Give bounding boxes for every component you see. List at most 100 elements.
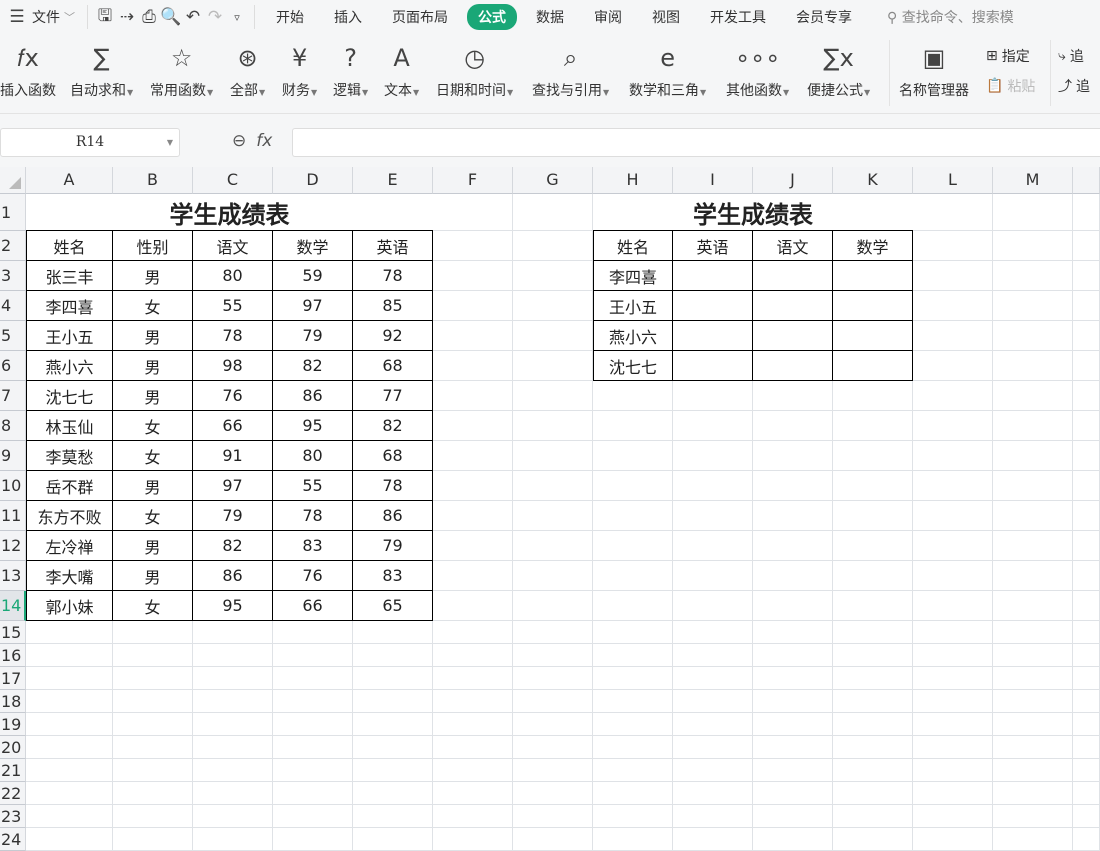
formula-input[interactable] bbox=[292, 128, 1100, 157]
table1-cell[interactable]: 女 bbox=[113, 591, 193, 621]
ribbon-button-8[interactable]: ⌕ 查找与引用▼ bbox=[532, 40, 609, 100]
table1-cell[interactable]: 79 bbox=[193, 501, 273, 531]
ribbon-button-3[interactable]: ⊛ 全部▼ bbox=[230, 40, 265, 100]
column-header-I[interactable]: I bbox=[673, 167, 753, 194]
row-header-5[interactable]: 5 bbox=[0, 321, 26, 351]
print-icon[interactable]: ⎙ bbox=[138, 7, 160, 27]
table2-title[interactable]: 学生成绩表 bbox=[593, 194, 913, 231]
table1-cell[interactable]: 76 bbox=[273, 561, 353, 591]
table1-cell[interactable]: 郭小妹 bbox=[26, 591, 113, 621]
table1-cell[interactable]: 男 bbox=[113, 351, 193, 381]
paste-name-button[interactable]: 📋 粘贴 bbox=[986, 76, 1035, 96]
row-header-10[interactable]: 10 bbox=[0, 471, 26, 501]
column-header-G[interactable]: G bbox=[513, 167, 593, 194]
row-header-1[interactable]: 1 bbox=[0, 194, 26, 231]
table1-cell[interactable]: 85 bbox=[353, 291, 433, 321]
table1-cell[interactable]: 55 bbox=[273, 471, 353, 501]
table1-cell[interactable]: 男 bbox=[113, 321, 193, 351]
table2-cell[interactable] bbox=[833, 291, 913, 321]
table1-cell[interactable]: 岳不群 bbox=[26, 471, 113, 501]
table1-cell[interactable]: 95 bbox=[273, 411, 353, 441]
table1-cell[interactable]: 92 bbox=[353, 321, 433, 351]
table1-cell[interactable]: 沈七七 bbox=[26, 381, 113, 411]
table2-header[interactable]: 数学 bbox=[833, 231, 913, 261]
table1-cell[interactable]: 78 bbox=[193, 321, 273, 351]
table2-cell[interactable] bbox=[833, 321, 913, 351]
select-all-corner[interactable] bbox=[0, 167, 26, 194]
table1-title[interactable]: 学生成绩表 bbox=[26, 194, 433, 231]
table1-cell[interactable]: 86 bbox=[273, 381, 353, 411]
table1-cell[interactable]: 86 bbox=[193, 561, 273, 591]
column-header-J[interactable]: J bbox=[753, 167, 833, 194]
table2-cell[interactable] bbox=[753, 291, 833, 321]
table1-cell[interactable]: 98 bbox=[193, 351, 273, 381]
table2-cell[interactable] bbox=[833, 351, 913, 381]
ribbon-button-1[interactable]: ∑ 自动求和▼ bbox=[70, 40, 133, 100]
row-header-19[interactable]: 19 bbox=[0, 713, 26, 736]
column-header-A[interactable]: A bbox=[26, 167, 113, 194]
ribbon-button-5[interactable]: ? 逻辑▼ bbox=[333, 40, 368, 100]
table1-cell[interactable]: 男 bbox=[113, 561, 193, 591]
table1-cell[interactable]: 女 bbox=[113, 441, 193, 471]
table1-cell[interactable]: 95 bbox=[193, 591, 273, 621]
table1-cell[interactable]: 78 bbox=[273, 501, 353, 531]
table2-cell[interactable]: 沈七七 bbox=[593, 351, 673, 381]
row-header-20[interactable]: 20 bbox=[0, 736, 26, 759]
table1-cell[interactable]: 女 bbox=[113, 501, 193, 531]
table1-cell[interactable]: 东方不败 bbox=[26, 501, 113, 531]
column-header[interactable] bbox=[1073, 167, 1100, 194]
table1-cell[interactable]: 82 bbox=[273, 351, 353, 381]
row-header-15[interactable]: 15 bbox=[0, 621, 26, 644]
table1-cell[interactable]: 80 bbox=[193, 261, 273, 291]
tab-4[interactable]: 数据 bbox=[525, 4, 575, 30]
table1-cell[interactable]: 77 bbox=[353, 381, 433, 411]
row-header-4[interactable]: 4 bbox=[0, 291, 26, 321]
row-header-23[interactable]: 23 bbox=[0, 805, 26, 828]
tab-3[interactable]: 公式 bbox=[467, 4, 517, 30]
row-header-7[interactable]: 7 bbox=[0, 381, 26, 411]
row-header-21[interactable]: 21 bbox=[0, 759, 26, 782]
tab-7[interactable]: 开发工具 bbox=[699, 4, 777, 30]
table1-header[interactable]: 性别 bbox=[113, 231, 193, 261]
table1-cell[interactable]: 张三丰 bbox=[26, 261, 113, 291]
table1-cell[interactable]: 男 bbox=[113, 531, 193, 561]
table1-cell[interactable]: 97 bbox=[193, 471, 273, 501]
table2-cell[interactable] bbox=[753, 321, 833, 351]
row-header-22[interactable]: 22 bbox=[0, 782, 26, 805]
assign-name-button[interactable]: ⊞ 指定 bbox=[986, 46, 1030, 66]
row-header-18[interactable]: 18 bbox=[0, 690, 26, 713]
table2-cell[interactable] bbox=[833, 261, 913, 291]
table1-cell[interactable]: 76 bbox=[193, 381, 273, 411]
table2-cell[interactable]: 王小五 bbox=[593, 291, 673, 321]
table1-cell[interactable]: 林玉仙 bbox=[26, 411, 113, 441]
row-header-6[interactable]: 6 bbox=[0, 351, 26, 381]
ribbon-button-11[interactable]: ∑x 便捷公式▼ bbox=[807, 40, 870, 100]
table1-cell[interactable]: 左冷禅 bbox=[26, 531, 113, 561]
table1-cell[interactable]: 82 bbox=[353, 411, 433, 441]
ribbon-button-2[interactable]: ☆ 常用函数▼ bbox=[150, 40, 213, 100]
column-header-E[interactable]: E bbox=[353, 167, 433, 194]
spreadsheet-grid[interactable]: A B C D E F G H I J K L M 1 2 3 4 5 6 7 8 9 10 11 12 13 14 15 16 17 18… bbox=[0, 167, 1100, 851]
table2-cell[interactable] bbox=[753, 261, 833, 291]
ribbon-button-10[interactable]: ∘∘∘ 其他函数▼ bbox=[726, 40, 789, 100]
column-header-C[interactable]: C bbox=[193, 167, 273, 194]
zoom-formula-icon[interactable]: ⊖ bbox=[232, 131, 246, 151]
ribbon-button-4[interactable]: ¥ 财务▼ bbox=[282, 40, 317, 100]
table1-cell[interactable]: 燕小六 bbox=[26, 351, 113, 381]
table2-cell[interactable] bbox=[673, 291, 753, 321]
row-header-2[interactable]: 2 bbox=[0, 231, 26, 261]
name-box[interactable]: R14 ▼ bbox=[0, 128, 180, 157]
table1-cell[interactable]: 86 bbox=[353, 501, 433, 531]
table1-cell[interactable]: 女 bbox=[113, 411, 193, 441]
trace-dependents-button[interactable]: ⤴ 追 bbox=[1058, 76, 1090, 96]
column-header-L[interactable]: L bbox=[913, 167, 993, 194]
table1-header[interactable]: 数学 bbox=[273, 231, 353, 261]
table1-cell[interactable]: 68 bbox=[353, 351, 433, 381]
table1-cell[interactable]: 78 bbox=[353, 471, 433, 501]
table2-header[interactable]: 姓名 bbox=[593, 231, 673, 261]
tab-8[interactable]: 会员专享 bbox=[785, 4, 863, 30]
print-preview-icon[interactable]: 🔍 bbox=[160, 7, 182, 27]
table1-header[interactable]: 英语 bbox=[353, 231, 433, 261]
row-header-11[interactable]: 11 bbox=[0, 501, 26, 531]
column-header-F[interactable]: F bbox=[433, 167, 513, 194]
